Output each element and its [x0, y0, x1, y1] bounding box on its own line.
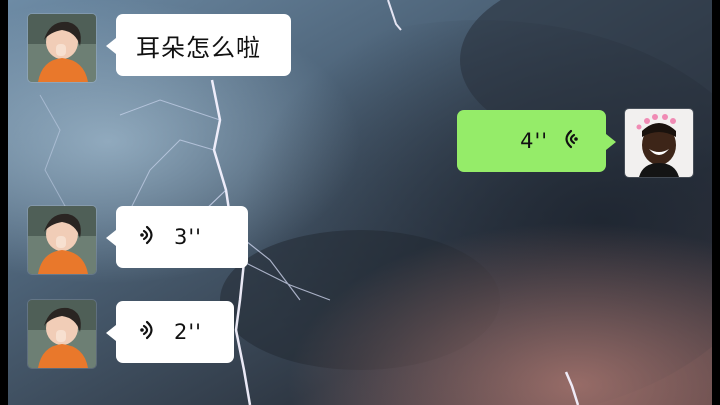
message-text: 耳朵怎么啦 — [136, 33, 261, 62]
left-frame-border — [0, 0, 8, 405]
avatar-contact[interactable] — [28, 206, 96, 274]
right-frame-border — [712, 0, 720, 405]
avatar-self[interactable] — [625, 109, 693, 177]
avatar-contact[interactable] — [28, 300, 96, 368]
message-bubble-text[interactable]: 耳朵怎么啦 — [106, 14, 291, 76]
message-bubble-voice-incoming[interactable]: 3'' — [106, 206, 248, 268]
storm-background — [0, 0, 720, 405]
avatar-contact[interactable] — [28, 14, 96, 82]
voice-duration: 2'' — [174, 320, 202, 344]
message-bubble-voice-outgoing[interactable]: 4'' — [457, 110, 616, 172]
voice-wave-icon — [140, 223, 160, 251]
voice-duration: 3'' — [174, 225, 202, 249]
message-bubble-voice-incoming[interactable]: 2'' — [106, 301, 234, 363]
voice-duration: 4'' — [520, 129, 548, 153]
voice-wave-icon — [558, 127, 578, 155]
voice-wave-icon — [140, 318, 160, 346]
